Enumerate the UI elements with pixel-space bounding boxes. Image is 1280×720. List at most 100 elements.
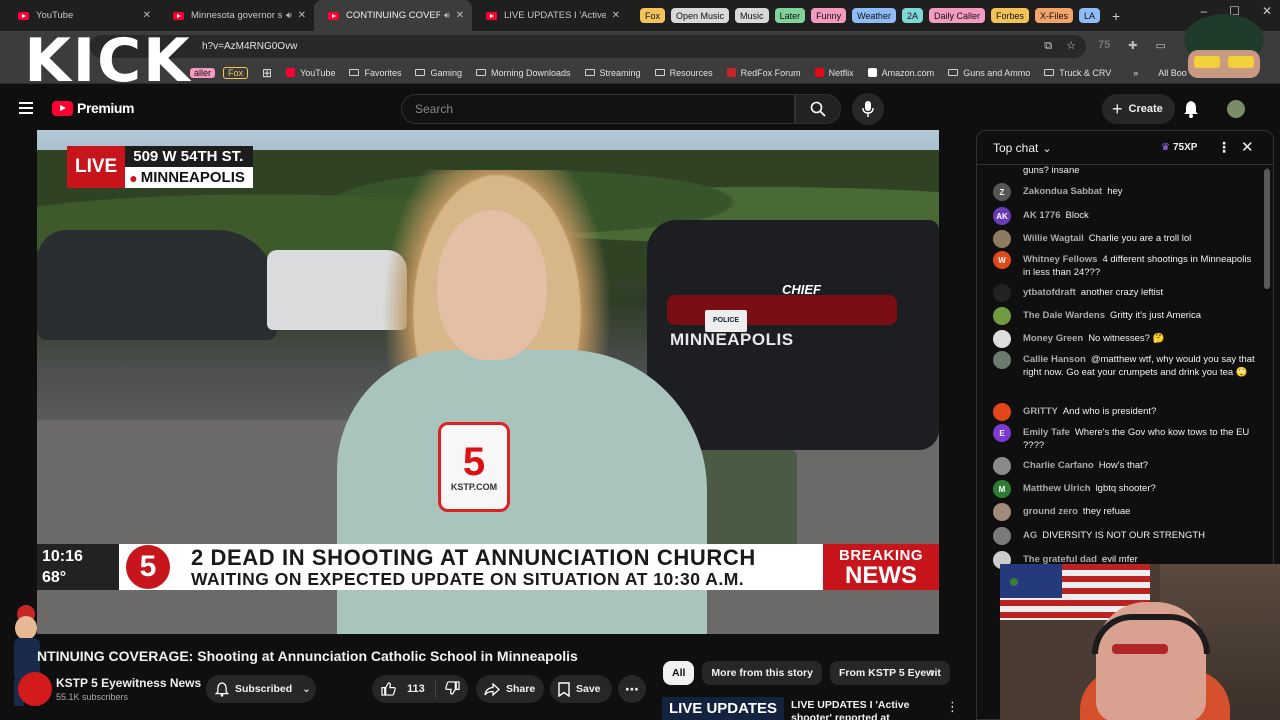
chat-author[interactable]: Matthew Ulrich [1023,483,1091,494]
install-app-icon[interactable]: ⧉ [1044,35,1052,58]
chat-avatar[interactable] [993,307,1011,325]
bookmark-item[interactable]: RedFox Forum [726,68,801,78]
dislike-button[interactable] [436,680,460,698]
more-actions-button[interactable]: ⋯ [618,675,646,703]
browser-tab[interactable]: LIVE UPDATES I 'Active sho✕ [472,0,628,31]
chat-avatar[interactable]: AK [993,207,1011,225]
bookmarks-overflow-icon[interactable]: » [1133,68,1138,78]
create-button[interactable]: + Create [1102,94,1175,124]
save-button[interactable]: Save [550,675,612,703]
bookmark-item[interactable]: Fox [223,66,249,79]
close-tab-icon[interactable]: ✕ [143,10,151,21]
chat-avatar[interactable] [993,503,1011,521]
tab-group-chip[interactable]: Music [735,8,769,23]
chat-avatar[interactable]: E [993,424,1011,442]
bookmark-item[interactable]: Guns and Ammo [948,68,1030,78]
tab-group-chip[interactable]: Forbes [990,8,1029,23]
video-player[interactable]: CHIEF POLICE MINNEAPOLIS 5 KSTP.COM LIVE… [37,130,939,634]
chat-text: Charlie you are a troll lol [1088,233,1192,244]
subscribed-button[interactable]: Subscribed ⌄ [206,675,316,703]
search-input[interactable]: Search [401,94,795,124]
tab-group-chip[interactable]: Funny [811,8,847,23]
filter-chip[interactable]: More from this story [702,661,822,685]
sidepanel-icon[interactable]: ▭ [1155,39,1165,52]
chat-author[interactable]: Callie Hanson [1023,354,1086,365]
bookmark-item[interactable]: Resources [654,68,713,78]
recommended-more-icon[interactable]: ⋮ [946,699,959,715]
speaker-icon[interactable]: 🔊︎ [444,10,450,21]
chat-avatar[interactable]: Z [993,183,1011,201]
bookmark-item[interactable]: Netflix [814,68,854,78]
close-tab-icon[interactable]: ✕ [456,10,464,21]
xp-badge[interactable]: ♛ 75XP [1161,142,1197,153]
extension-badge[interactable]: 75 [1098,39,1110,52]
chat-text: How's that? [1098,460,1149,471]
youtube-logo[interactable]: Premium [52,100,135,116]
close-tab-icon[interactable]: ✕ [612,10,620,21]
chat-author[interactable]: Zakondua Sabbat [1023,186,1102,197]
notifications-bell-icon[interactable] [1183,100,1199,118]
apps-grid-icon[interactable]: ⊞ [262,66,272,80]
close-tab-icon[interactable]: ✕ [298,10,306,21]
chat-avatar[interactable]: M [993,480,1011,498]
chat-author[interactable]: Charlie Carfano [1023,460,1094,471]
bookmark-item[interactable]: Streaming [584,68,641,78]
bookmark-item[interactable]: Truck & CRV [1044,68,1111,78]
chips-next-chevron-icon[interactable]: › [930,664,934,679]
chat-author[interactable]: AG [1023,530,1037,541]
folder-icon [349,69,360,76]
tab-group-chip[interactable]: Weather [852,8,896,23]
share-button[interactable]: Share [476,675,544,703]
address-bar[interactable]: h?v=AzM4RNG0Ovw ⧉ ☆ [90,35,1086,58]
chat-menu-icon[interactable]: ⋮ [1217,139,1231,156]
chat-avatar[interactable] [993,330,1011,348]
chat-author[interactable]: ground zero [1023,506,1078,517]
bookmark-item[interactable]: Amazon.com [867,68,934,78]
tab-group-chip[interactable]: Later [774,8,806,23]
recommended-thumbnail[interactable]: LIVE UPDATES [662,697,784,720]
chat-cut-message: guns? insane [1023,165,1080,176]
filter-chip[interactable]: All [663,661,695,685]
chat-author[interactable]: ytbatofdraft [1023,287,1076,298]
bookmark-item[interactable]: Gaming [415,68,462,78]
bookmark-item[interactable]: Favorites [349,68,401,78]
bookmark-item[interactable]: Morning Downloads [476,68,571,78]
search-button[interactable] [795,94,841,124]
chat-scrollbar[interactable] [1264,169,1270,289]
chat-avatar[interactable] [993,230,1011,248]
channel-avatar[interactable] [18,672,52,706]
browser-tab[interactable]: CONTINUING COVERA 🔊︎ ✕ [314,0,472,31]
chat-author[interactable]: Money Green [1023,333,1083,344]
like-button[interactable]: 113 [372,680,436,698]
tab-group-chip[interactable]: LA [1079,8,1101,23]
chat-author[interactable]: Emily Tafe [1023,427,1070,438]
tab-group-chip[interactable]: Daily Caller [928,8,985,23]
chat-avatar[interactable]: W [993,251,1011,269]
chat-author[interactable]: Whitney Fellows [1023,254,1097,265]
bookmark-item[interactable]: YouTube [286,68,335,78]
account-avatar[interactable] [1227,100,1245,118]
chat-avatar[interactable] [993,527,1011,545]
chat-author[interactable]: AK 1776 [1023,210,1061,221]
bookmark-star-icon[interactable]: ☆ [1066,35,1076,58]
chat-avatar[interactable] [993,403,1011,421]
channel-name[interactable]: KSTP 5 Eyewitness News [56,676,201,690]
menu-icon[interactable] [19,102,33,114]
top-chat-dropdown[interactable]: Top chat ⌄ [993,141,1052,155]
tab-group-chip[interactable]: X-Files [1035,8,1074,23]
chat-avatar[interactable] [993,351,1011,369]
chat-author[interactable]: The Dale Wardens [1023,310,1105,321]
tab-group-chip[interactable]: Open Music [671,8,730,23]
voice-search-button[interactable] [852,93,884,125]
speaker-icon[interactable]: 🔊︎ [286,10,292,21]
new-tab-button[interactable]: + [1112,8,1120,24]
chat-avatar[interactable] [993,457,1011,475]
chat-author[interactable]: GRITTY [1023,406,1058,417]
tab-group-chip[interactable]: 2A [901,8,923,23]
tab-group-chip[interactable]: Fox [640,8,666,23]
chat-avatar[interactable] [993,284,1011,302]
chat-author[interactable]: Willie Wagtail [1023,233,1084,244]
extensions-icon[interactable]: ✚ [1128,39,1137,52]
close-chat-icon[interactable]: ✕ [1241,138,1254,156]
recommended-title[interactable]: LIVE UPDATES I 'Active shooter' reported… [791,699,941,720]
